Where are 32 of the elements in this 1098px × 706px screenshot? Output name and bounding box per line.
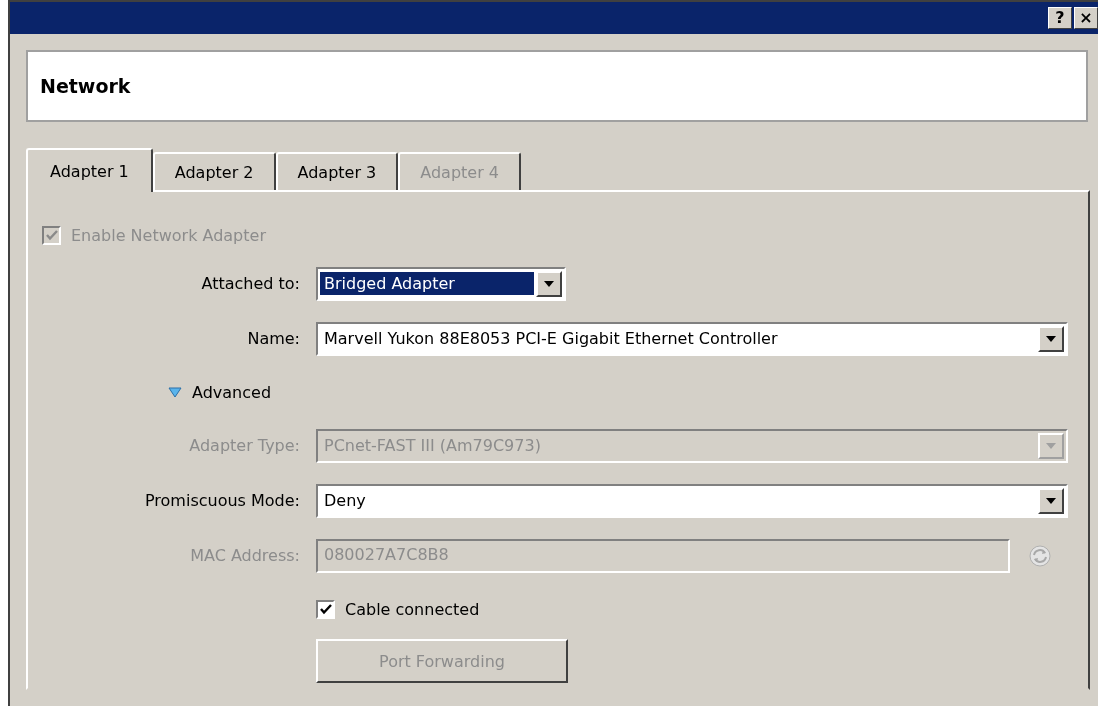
section-title: Network <box>40 75 131 97</box>
caret-icon <box>1046 442 1056 449</box>
dropdown[interactable]: Bridged Adapter <box>316 266 566 301</box>
expanded-triangle-icon[interactable] <box>168 386 182 398</box>
dropdown[interactable]: Deny <box>316 483 1068 518</box>
port-forwarding-button: Port Forwarding <box>316 639 568 683</box>
dropdown-arrow-button[interactable] <box>1038 325 1064 352</box>
checkbox-label[interactable]: Cable connected <box>345 599 480 619</box>
expander-label[interactable]: Advanced <box>192 382 272 402</box>
field-label: Name: <box>246 329 301 348</box>
caret-icon <box>544 280 554 287</box>
check-mark-icon <box>45 229 58 241</box>
caret-icon <box>1046 335 1056 342</box>
checkbox-label: Enable Network Adapter <box>71 225 266 245</box>
title-bar-button[interactable]: × <box>1074 7 1098 29</box>
text-field: 080027A7C8B8 <box>316 538 1010 573</box>
dropdown-arrow-button[interactable] <box>1038 487 1064 514</box>
field-label: Promiscuous Mode: <box>143 491 301 510</box>
dropdown: PCnet-FAST III (Am79C973) <box>316 428 1068 463</box>
dropdown-arrow-button[interactable] <box>536 270 562 297</box>
check-mark-icon <box>319 603 332 615</box>
tab[interactable]: Adapter 1 <box>26 148 153 192</box>
tab[interactable]: Adapter 3 <box>275 152 399 190</box>
field-label: Attached to: <box>200 274 301 293</box>
tab[interactable]: Adapter 2 <box>152 152 276 190</box>
title-bar-button[interactable]: ? <box>1048 7 1072 29</box>
caret-icon <box>1046 497 1056 504</box>
checkbox[interactable] <box>316 599 335 619</box>
dropdown[interactable]: Marvell Yukon 88E8053 PCI-E Gigabit Ethernet Controller <box>316 321 1068 356</box>
refresh-icon <box>1028 543 1052 568</box>
field-label: Adapter Type: <box>188 436 301 455</box>
field-label: MAC Address: <box>189 546 301 565</box>
